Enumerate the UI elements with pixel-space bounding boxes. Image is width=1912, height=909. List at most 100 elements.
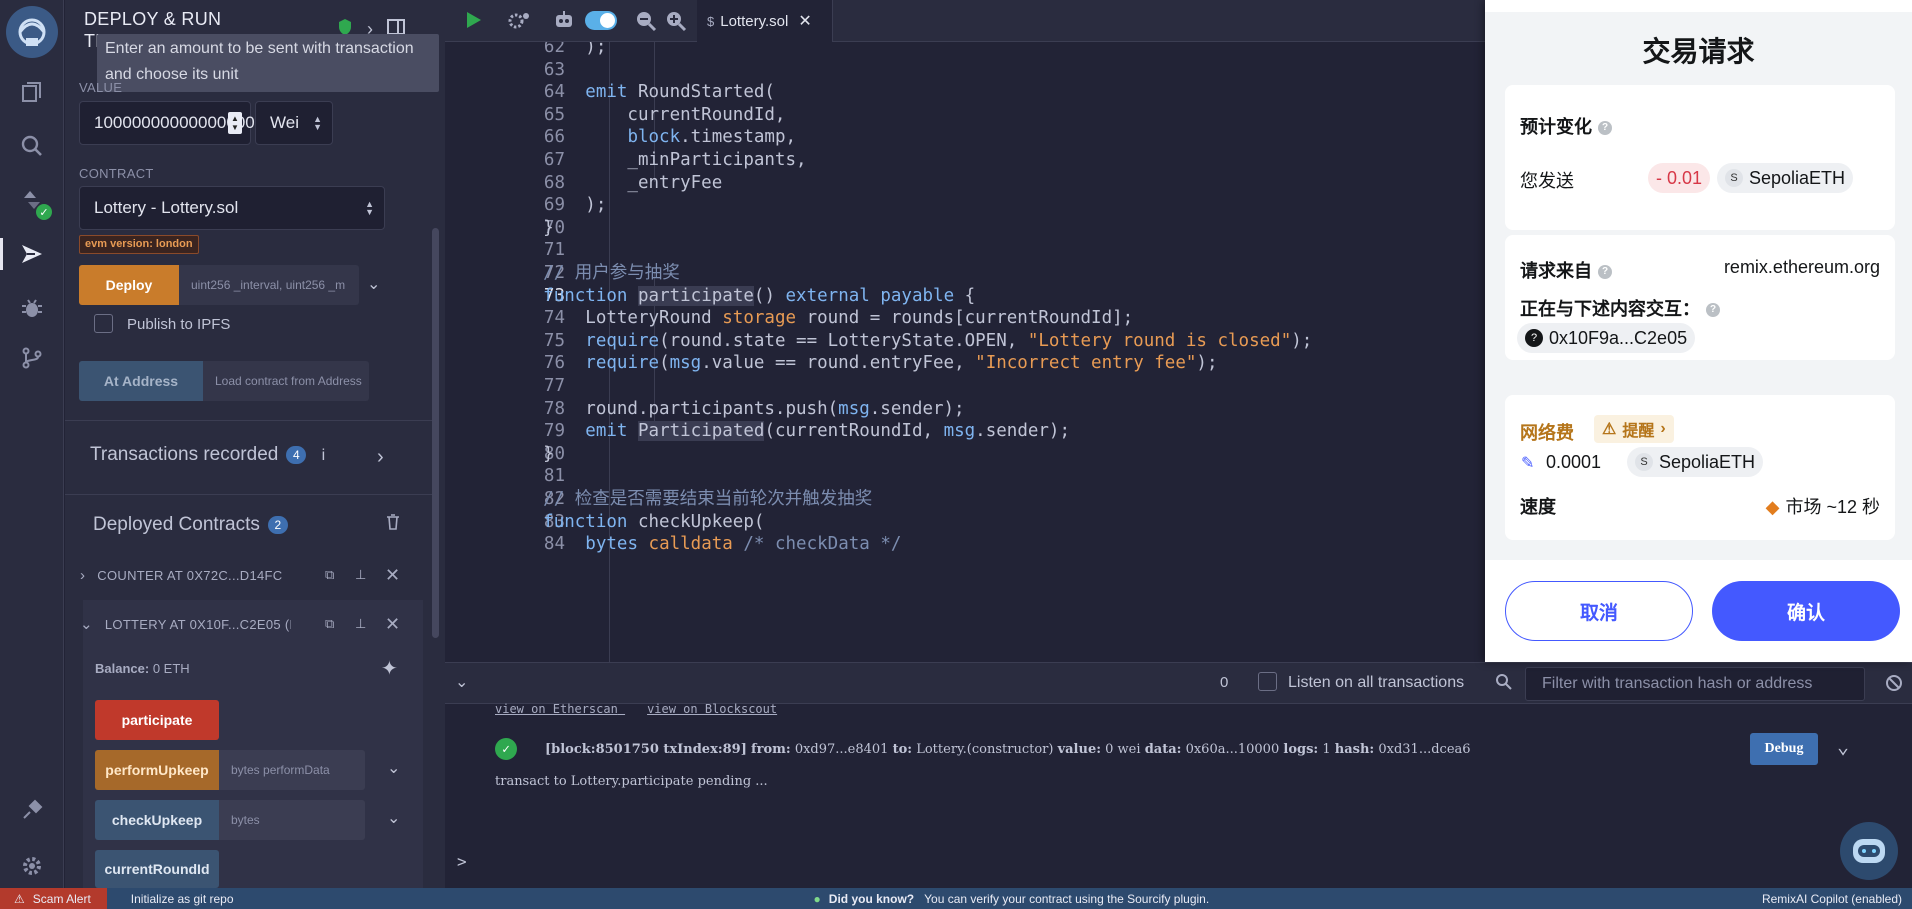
clear-console-icon[interactable] [1885, 674, 1903, 697]
panel-scrollbar[interactable] [432, 228, 439, 638]
deploy-run-panel: DEPLOY & RUN TRANSACTIONS › Enter an amo… [65, 0, 445, 888]
perform-upkeep-input[interactable]: bytes performData [219, 750, 365, 790]
contract-instance-counter[interactable]: › COUNTER AT 0X72C...D14FC (E ⧉ ⊥ ✕ [80, 555, 420, 595]
run-play-icon[interactable] [463, 10, 483, 35]
copilot-status[interactable]: RemixAI Copilot (enabled) [1762, 892, 1902, 906]
editor-toolbar: $ Lottery.sol ✕ [445, 0, 1485, 42]
code-line[interactable]: 84 bytes calldata /* checkData */ [445, 531, 1485, 558]
pending-tx-count: 0 [1220, 674, 1229, 691]
compiled-check-icon: ✓ [36, 204, 52, 220]
chevron-right-icon: › [1660, 420, 1666, 437]
terminal-toolbar: ⌄ 0 Listen on all transactions Filter wi… [445, 662, 1912, 704]
ai-toggle-switch[interactable] [585, 11, 617, 30]
chevron-down-icon[interactable]: ⌄ [367, 274, 380, 294]
contract-label: CONTRACT [79, 166, 154, 181]
info-icon: i [321, 447, 326, 464]
value-stepper-icon[interactable]: ▲ ▼ [228, 112, 242, 134]
chevron-down-icon[interactable]: ⌄ [80, 615, 93, 633]
terminal-prompt[interactable]: > [457, 852, 467, 871]
solidity-compiler-icon[interactable]: ✓ [16, 184, 52, 220]
request-source-card: 请求来自? remix.ethereum.org 正在与下述内容交互：? ? 0x… [1505, 235, 1895, 360]
unit-select[interactable]: Wei ▲ ▼ [255, 101, 333, 145]
file-explorer-icon[interactable] [16, 76, 48, 108]
deploy-params-input[interactable]: uint256 _interval, uint256 _m [179, 265, 359, 305]
listen-all-checkbox[interactable] [1258, 672, 1277, 691]
zoom-in-icon[interactable] [665, 10, 687, 37]
fee-alert-button[interactable]: ⚠ 提醒 › [1594, 415, 1674, 443]
chevron-right-icon[interactable]: › [80, 567, 85, 584]
remix-logo-icon[interactable] [6, 6, 58, 58]
value-input[interactable]: 10000000000000000 ▲ ▼ [79, 101, 255, 145]
request-from-value: remix.ethereum.org [1723, 257, 1880, 277]
pin-icon[interactable]: ⊥ [355, 567, 367, 583]
info-icon[interactable]: ? [1706, 303, 1720, 318]
tab-lottery-sol[interactable]: $ Lottery.sol ✕ [697, 0, 833, 42]
at-address-input[interactable]: Load contract from Address [203, 361, 369, 401]
close-icon[interactable]: ✕ [385, 614, 400, 635]
collapse-terminal-icon[interactable]: ⌄ [455, 672, 468, 692]
check-upkeep-button[interactable]: checkUpkeep [95, 800, 219, 840]
ai-robot-icon[interactable] [553, 9, 575, 36]
transactions-recorded[interactable]: Transactions recorded 4 i [90, 444, 325, 466]
contract-address-pill[interactable]: ? 0x10F9a...C2e05 [1517, 323, 1696, 353]
deployed-contracts-header: Deployed Contracts 2 [93, 514, 288, 536]
interacting-label: 正在与下述内容交互：? [1520, 295, 1720, 321]
debug-button[interactable]: Debug [1750, 733, 1818, 765]
info-icon[interactable]: ? [1598, 121, 1612, 136]
git-icon[interactable] [16, 342, 48, 374]
send-token-pill[interactable]: S SepoliaETH [1717, 163, 1854, 193]
copy-icon[interactable]: ⧉ [325, 567, 335, 583]
copy-icon[interactable]: ⧉ [325, 616, 335, 632]
chevron-right-icon[interactable]: › [377, 446, 384, 469]
estimated-changes-card: 预计变化? 您发送 - 0.01 S SepoliaETH [1505, 85, 1895, 230]
perform-upkeep-button[interactable]: performUpkeep [95, 750, 219, 790]
at-address-button[interactable]: At Address [79, 361, 203, 401]
select-arrows-icon: ▲ ▼ [313, 114, 322, 132]
listen-all-label: Listen on all transactions [1288, 674, 1465, 691]
publish-ipfs-label: Publish to IPFS [127, 316, 231, 333]
publish-ipfs-checkbox[interactable] [94, 314, 113, 333]
contract-select[interactable]: Lottery - Lottery.sol ▲ ▼ [79, 186, 385, 230]
trash-icon[interactable] [386, 514, 400, 535]
debugger-icon[interactable] [16, 292, 48, 324]
search-icon [1495, 673, 1513, 696]
contract-instance-lottery[interactable]: ⌄ LOTTERY AT 0X10F...C2E05 (BL ⧉ ⊥ ✕ [80, 604, 420, 644]
ai-assistant-icon[interactable] [1840, 822, 1898, 880]
select-arrows-icon: ▲ ▼ [365, 199, 374, 217]
chevron-down-icon[interactable]: ⌄ [387, 758, 400, 778]
solidity-file-icon: $ [707, 13, 715, 29]
plugin-manager-icon[interactable] [16, 794, 48, 826]
scam-alert[interactable]: ⚠ Scam Alert [0, 888, 107, 909]
deploy-button[interactable]: Deploy [79, 265, 179, 305]
warning-icon: ⚠ [14, 891, 25, 906]
sparkle-ai-icon[interactable]: ✦ [381, 656, 398, 681]
edit-pencil-icon[interactable]: ✎ [1521, 453, 1534, 473]
info-icon[interactable]: ? [1598, 265, 1612, 280]
wallet-title: 交易请求 [1642, 36, 1755, 67]
chevron-down-icon[interactable]: ⌄ [1837, 734, 1849, 758]
terminal-filter-input[interactable]: Filter with transaction hash or address [1525, 667, 1865, 701]
search-icon[interactable] [16, 130, 48, 162]
participate-button[interactable]: participate [95, 700, 219, 740]
deploy-run-icon[interactable] [0, 238, 48, 270]
pin-icon[interactable]: ⊥ [355, 616, 367, 632]
close-icon[interactable]: ✕ [385, 565, 400, 586]
check-upkeep-input[interactable]: bytes [219, 800, 365, 840]
did-you-know-label: Did you know? [828, 891, 915, 906]
blockscout-link[interactable]: view on Blockscout [647, 702, 777, 716]
current-round-id-button[interactable]: currentRoundId [95, 850, 219, 888]
cancel-button[interactable]: 取消 [1505, 581, 1693, 641]
git-init-link[interactable]: Initialize as git repo [131, 892, 234, 906]
settings-gear-icon[interactable] [16, 850, 48, 882]
compile-settings-icon[interactable] [507, 10, 531, 37]
chevron-down-icon[interactable]: ⌄ [387, 808, 400, 828]
zoom-out-icon[interactable] [635, 10, 657, 37]
code-editor[interactable]: 62 ); 63 64 emit RoundStarted(65 currentRo… [445, 42, 1485, 662]
etherscan-link[interactable]: view on Etherscan [495, 702, 618, 716]
tx-log-line[interactable]: [block:8501750 txIndex:89] from: 0xd97..… [545, 742, 1471, 757]
close-tab-icon[interactable]: ✕ [798, 11, 811, 31]
tip-text: You can verify your contract using the S… [924, 891, 1210, 906]
wallet-transaction-popup: 交易请求 预计变化? 您发送 - 0.01 S SepoliaETH 请求来自? … [1485, 0, 1912, 662]
confirm-button[interactable]: 确认 [1712, 581, 1900, 641]
speed-label: 速度 [1520, 497, 1556, 517]
